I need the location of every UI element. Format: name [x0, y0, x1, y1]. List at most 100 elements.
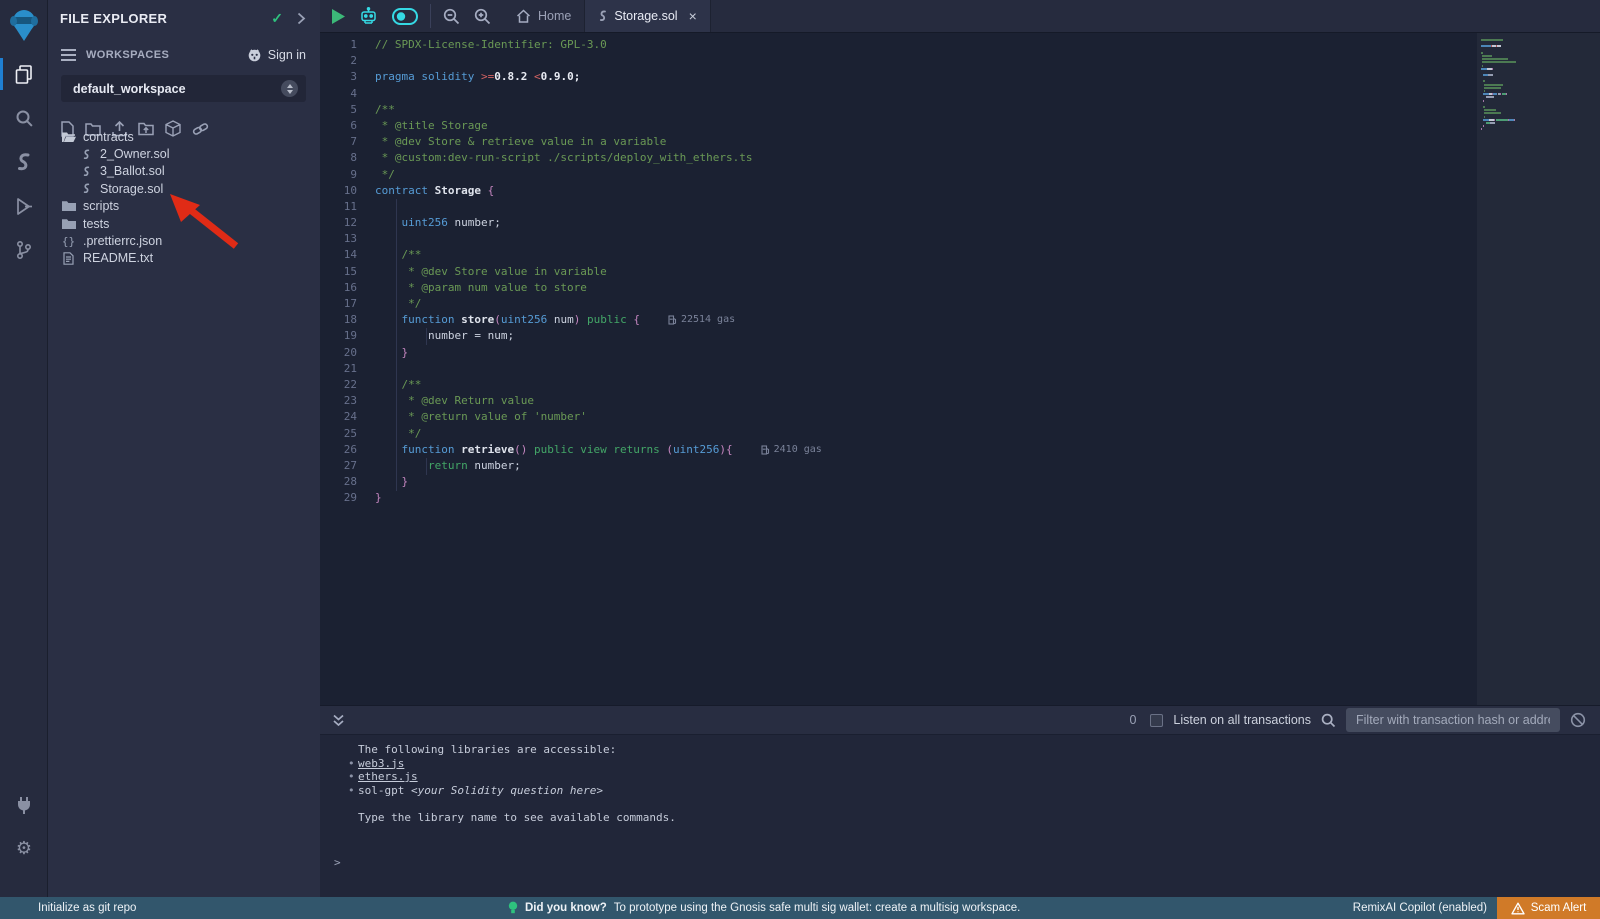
run-script-button[interactable] — [332, 9, 345, 24]
sidebar-item-plugin-manager[interactable] — [0, 783, 48, 827]
terminal-output[interactable]: The following libraries are accessible:•… — [320, 735, 1600, 897]
code-line-9: 9 */ — [320, 167, 1477, 183]
tree-item-3-ballot-sol[interactable]: 3_Ballot.sol — [48, 163, 320, 180]
sidebar-item-settings[interactable]: ⚙ — [0, 827, 48, 871]
code-line-22: 22 /** — [320, 377, 1477, 393]
folder-icon — [61, 200, 76, 212]
line-number: 2 — [320, 53, 375, 69]
sidebar-item-search[interactable] — [0, 96, 48, 140]
hamburger-menu-icon[interactable] — [61, 49, 76, 61]
git-init-button[interactable]: Initialize as git repo — [0, 902, 136, 914]
sign-in-label: Sign in — [268, 48, 306, 62]
indent-guide — [426, 458, 427, 475]
tree-item-storage-sol[interactable]: Storage.sol — [48, 180, 320, 197]
tab-close-icon[interactable]: × — [689, 8, 697, 24]
line-number: 24 — [320, 409, 375, 425]
file-copy-icon — [14, 64, 34, 84]
workspace-name: default_workspace — [73, 82, 281, 96]
tab-home[interactable]: Home — [503, 0, 584, 32]
sidebar-item-deploy-run[interactable] — [0, 184, 48, 228]
tip-bold: Did you know? — [525, 902, 607, 914]
tab-storage-sol[interactable]: Storage.sol × — [584, 0, 710, 32]
line-number: 1 — [320, 37, 375, 53]
tree-item-2-owner-sol[interactable]: 2_Owner.sol — [48, 145, 320, 162]
solidity-file-icon — [598, 10, 607, 22]
code-line-21: 21 — [320, 361, 1477, 377]
zoom-in-icon — [474, 8, 491, 25]
line-number: 9 — [320, 167, 375, 183]
folder-icon — [61, 218, 76, 230]
workspace-select[interactable]: default_workspace — [61, 75, 306, 102]
transaction-filter-input[interactable] — [1346, 708, 1560, 732]
code-line-23: 23 * @dev Return value — [320, 393, 1477, 409]
line-number: 13 — [320, 231, 375, 247]
code-area[interactable]: 1// SPDX-License-Identifier: GPL-3.023pr… — [320, 33, 1477, 705]
line-number: 7 — [320, 134, 375, 150]
home-icon — [516, 9, 531, 23]
tree-item--prettierrc-json[interactable]: {}.prettierrc.json — [48, 232, 320, 249]
code-line-5: 5/** — [320, 102, 1477, 118]
chevron-right-icon[interactable] — [297, 12, 306, 25]
line-number: 6 — [320, 118, 375, 134]
file-tree: contracts2_Owner.sol3_Ballot.solStorage.… — [48, 128, 320, 267]
code-line-20: 20 } — [320, 345, 1477, 361]
code-line-27: 27 return number; — [320, 458, 1477, 474]
code-line-7: 7 * @dev Store & retrieve value in a var… — [320, 134, 1477, 150]
solidity-icon — [78, 183, 93, 194]
code-line-2: 2 — [320, 53, 1477, 69]
line-number: 29 — [320, 490, 375, 506]
ai-copilot-button[interactable] — [359, 7, 378, 25]
code-line-1: 1// SPDX-License-Identifier: GPL-3.0 — [320, 37, 1477, 53]
did-you-know-tip: Did you know? To prototype using the Gno… — [508, 901, 1020, 915]
listen-all-label: Listen on all transactions — [1173, 713, 1311, 727]
file-text-icon — [61, 252, 76, 265]
terminal-line: •web3.js — [320, 757, 1600, 771]
tree-item-label: contracts — [83, 130, 134, 144]
line-number: 18 — [320, 312, 375, 328]
tree-item-tests[interactable]: tests — [48, 215, 320, 232]
code-line-8: 8 * @custom:dev-run-script ./scripts/dep… — [320, 150, 1477, 166]
sign-in-button[interactable]: Sign in — [247, 48, 306, 62]
minimap[interactable] — [1477, 33, 1600, 705]
line-number: 16 — [320, 280, 375, 296]
panel-title: FILE EXPLORER — [60, 11, 271, 26]
code-line-10: 10contract Storage { — [320, 183, 1477, 199]
tree-item-label: scripts — [83, 199, 119, 213]
sidebar-item-file-explorer[interactable] — [0, 52, 48, 96]
library-link-ethers-js[interactable]: ethers.js — [358, 770, 418, 783]
line-number: 4 — [320, 86, 375, 102]
terminal-line: •ethers.js — [320, 770, 1600, 784]
line-number: 12 — [320, 215, 375, 231]
braces-icon: {} — [61, 235, 76, 248]
terminal-bar: 0 Listen on all transactions — [320, 705, 1600, 735]
toggle-on-icon — [392, 8, 418, 25]
sidebar-item-git[interactable] — [0, 228, 48, 272]
tree-item-contracts[interactable]: contracts — [48, 128, 320, 145]
tree-item-scripts[interactable]: scripts — [48, 198, 320, 215]
git-branch-icon — [15, 240, 33, 260]
line-number: 17 — [320, 296, 375, 312]
search-icon[interactable] — [1321, 713, 1336, 728]
code-line-17: 17 */ — [320, 296, 1477, 312]
line-number: 5 — [320, 102, 375, 118]
lightbulb-icon — [508, 901, 518, 915]
indent-guide — [396, 199, 397, 491]
file-explorer-panel: FILE EXPLORER ✓ WORKSPACES Sign in — [48, 0, 320, 897]
listen-all-checkbox[interactable] — [1150, 714, 1163, 727]
code-line-13: 13 — [320, 231, 1477, 247]
copilot-status[interactable]: RemixAI Copilot (enabled) — [1353, 902, 1487, 914]
scam-alert-button[interactable]: Scam Alert — [1497, 897, 1600, 919]
zoom-in-button[interactable] — [474, 8, 491, 25]
library-link-web3-js[interactable]: web3.js — [358, 757, 404, 770]
clear-circle-slash-icon[interactable] — [1570, 712, 1586, 728]
terminal-line: Type the library name to see available c… — [320, 811, 1600, 825]
zoom-out-button[interactable] — [443, 8, 460, 25]
folder-open-icon — [61, 131, 76, 143]
line-number: 20 — [320, 345, 375, 361]
sidebar-item-solidity-compiler[interactable] — [0, 140, 48, 184]
ai-copilot-toggle[interactable] — [392, 8, 418, 25]
tree-item-readme-txt[interactable]: README.txt — [48, 250, 320, 267]
remix-logo[interactable] — [0, 0, 48, 52]
terminal-prompt[interactable]: > — [334, 856, 341, 869]
double-chevron-down-icon[interactable] — [332, 714, 345, 727]
